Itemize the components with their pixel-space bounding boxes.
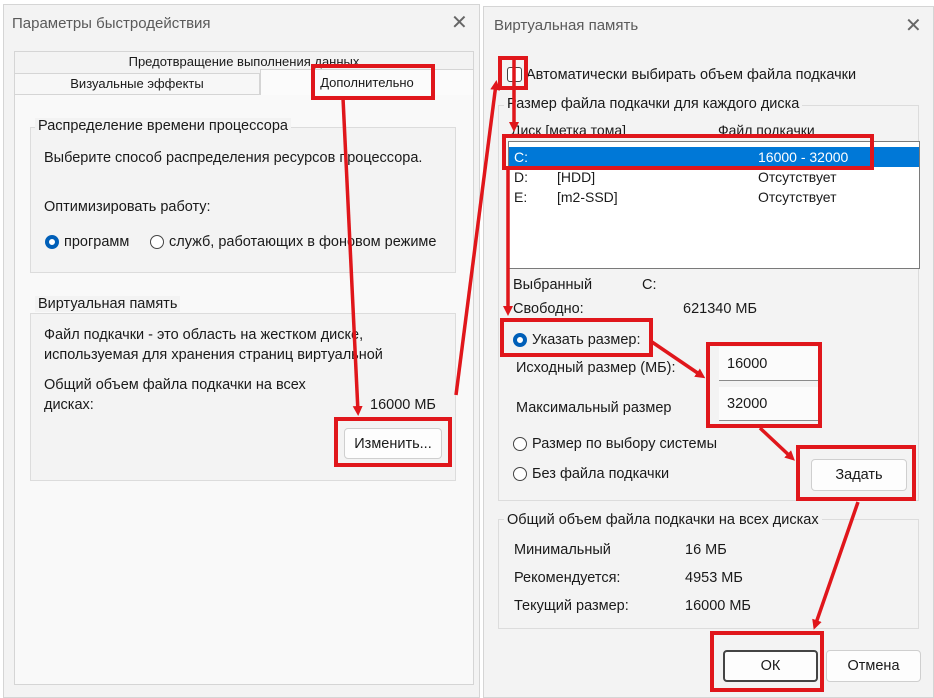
selected-drive-label: Выбранный <box>513 277 593 293</box>
column-pagefile-header: Файл подкачки <box>718 122 815 138</box>
radio-background-services[interactable] <box>150 235 164 249</box>
initial-size-label: Исходный размер (МБ): <box>516 360 676 376</box>
column-disk-header: Диск [метка тома] <box>511 122 627 138</box>
vm-total-value: 16000 МБ <box>370 397 436 413</box>
drive-row[interactable]: C: 16000 - 32000 <box>509 147 919 167</box>
radio-custom-size[interactable] <box>513 333 527 347</box>
per-drive-legend: Размер файла подкачки для каждого диска <box>504 96 803 112</box>
current-size-value: 16000 МБ <box>685 598 751 614</box>
free-space-label: Свободно: <box>513 301 584 317</box>
drive-pagefile-size: 16000 - 32000 <box>758 149 849 165</box>
minimum-value: 16 МБ <box>685 542 727 558</box>
optimize-label: Оптимизировать работу: <box>44 199 211 215</box>
vm-total-line2: дисках: <box>44 397 94 413</box>
minimum-label: Минимальный <box>514 542 611 558</box>
cancel-button[interactable]: Отмена <box>826 650 921 682</box>
drive-letter: E: <box>514 189 528 205</box>
vm-description-line1: Файл подкачки - это область на жестком д… <box>44 327 364 343</box>
window-title: Параметры быстродействия <box>12 15 211 32</box>
drive-pagefile-size: Отсутствует <box>758 189 837 205</box>
cpu-group-description: Выберите способ распределения ресурсов п… <box>44 150 423 166</box>
drive-row[interactable]: E: [m2-SSD] Отсутствует <box>509 187 919 207</box>
vm-description-line2: используемая для хранения страниц виртуа… <box>44 347 383 363</box>
cpu-group-legend: Распределение времени процессора <box>35 118 291 134</box>
ok-button[interactable]: ОК <box>723 650 818 682</box>
drive-label: [m2-SSD] <box>557 189 618 205</box>
radio-no-pagefile[interactable] <box>513 467 527 481</box>
radio-custom-size-label: Указать размер: <box>532 332 641 348</box>
drive-row[interactable]: D: [HDD] Отсутствует <box>509 167 919 187</box>
free-space-value: 621340 МБ <box>683 301 758 317</box>
radio-programs[interactable] <box>45 235 59 249</box>
recommended-label: Рекомендуется: <box>514 570 621 586</box>
drive-letter: C: <box>514 149 528 165</box>
drive-list[interactable]: C: 16000 - 32000 D: [HDD] Отсутствует E:… <box>508 141 920 269</box>
selected-drive-value: C: <box>642 277 657 293</box>
recommended-value: 4953 МБ <box>685 570 743 586</box>
change-button[interactable]: Изменить... <box>344 428 442 459</box>
window-title: Виртуальная память <box>494 17 639 34</box>
close-icon[interactable]: ✕ <box>905 16 922 36</box>
tab-visual-effects[interactable]: Визуальные эффекты <box>14 73 260 95</box>
radio-services-label: служб, работающих в фоновом режиме <box>169 234 437 250</box>
radio-system-managed-label: Размер по выбору системы <box>532 436 718 452</box>
close-icon[interactable]: ✕ <box>451 13 468 33</box>
performance-options-window: Параметры быстродействия ✕ Предотвращени… <box>3 4 480 698</box>
max-size-input[interactable]: 32000 <box>719 387 818 421</box>
drive-pagefile-size: Отсутствует <box>758 169 837 185</box>
radio-programs-label: программ <box>64 234 130 250</box>
initial-size-input[interactable]: 16000 <box>719 347 818 381</box>
virtual-memory-window: Виртуальная память ✕ Автоматически выбир… <box>483 6 934 698</box>
set-button[interactable]: Задать <box>811 459 907 491</box>
radio-system-managed[interactable] <box>513 437 527 451</box>
drive-letter: D: <box>514 169 528 185</box>
auto-manage-checkbox[interactable] <box>507 67 522 82</box>
tab-advanced[interactable]: Дополнительно <box>260 69 474 96</box>
current-size-label: Текущий размер: <box>514 598 629 614</box>
total-group-legend: Общий объем файла подкачки на всех диска… <box>504 512 822 528</box>
drive-label: [HDD] <box>557 169 596 185</box>
vm-total-line1: Общий объем файла подкачки на всех <box>44 377 306 393</box>
radio-no-pagefile-label: Без файла подкачки <box>532 466 670 482</box>
auto-manage-label: Автоматически выбирать объем файла подка… <box>526 67 857 83</box>
vm-group-legend: Виртуальная память <box>35 296 181 312</box>
max-size-label: Максимальный размер <box>516 400 672 416</box>
